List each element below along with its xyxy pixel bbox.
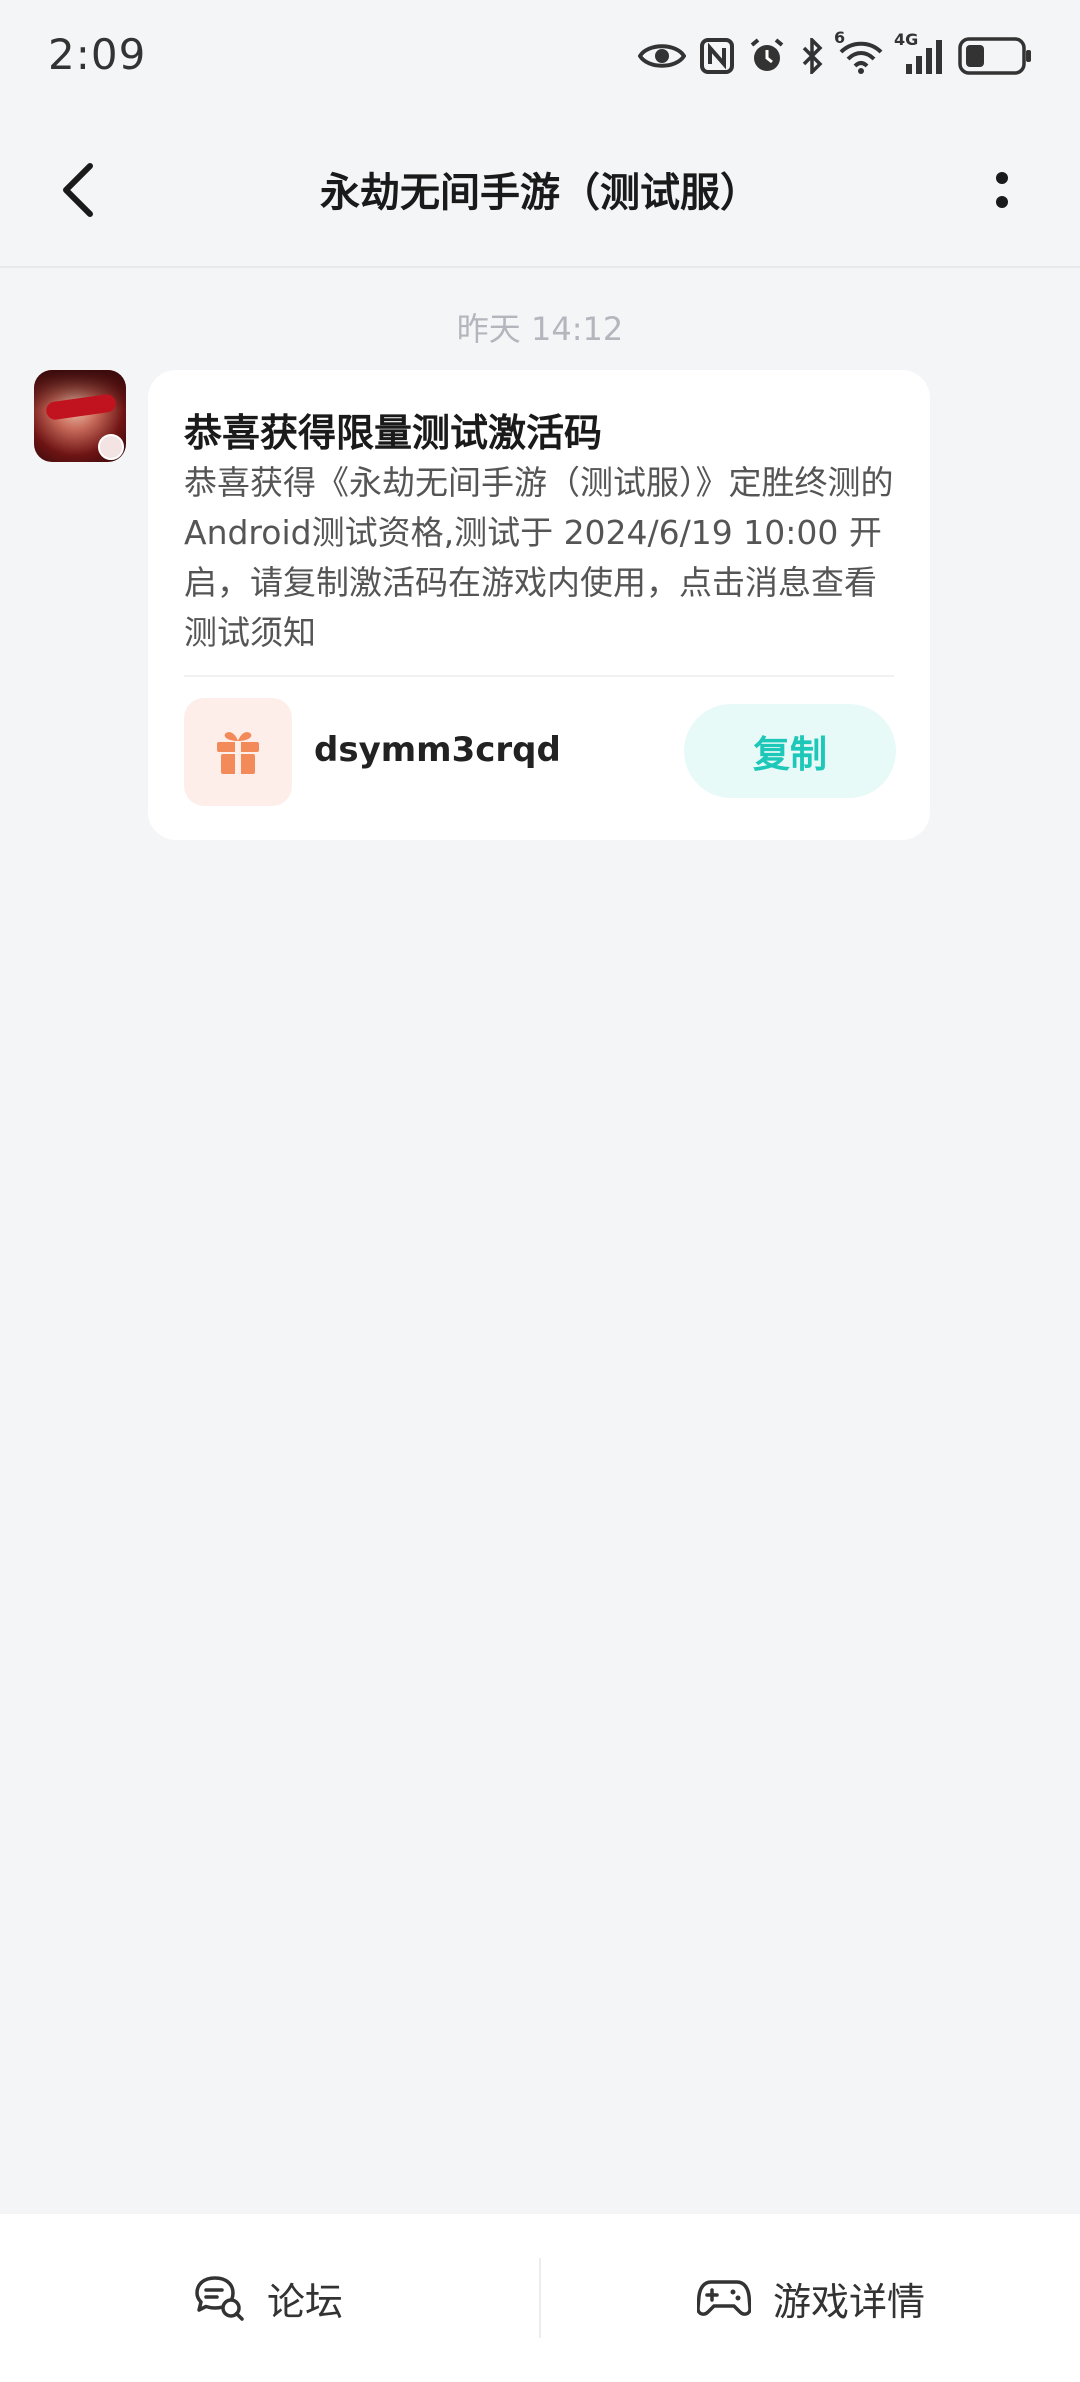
activation-code: dsymm3crqd xyxy=(314,730,561,770)
sender-avatar[interactable] xyxy=(34,370,126,462)
forum-chat-icon xyxy=(195,2276,244,2321)
more-options-button[interactable] xyxy=(964,152,1040,228)
alarm-icon xyxy=(748,37,786,75)
more-vertical-icon xyxy=(996,172,1008,208)
forum-label: 论坛 xyxy=(266,2279,343,2324)
copy-button[interactable]: 复制 xyxy=(684,704,896,798)
gift-icon-box xyxy=(184,698,292,806)
status-bar: 2:09 6 4G xyxy=(0,0,1080,112)
message-timestamp: 昨天 14:12 xyxy=(456,310,624,348)
message-body: 恭喜获得《永劫无间手游（测试服）》定胜终测的Android测试资格,测试于 20… xyxy=(184,463,894,652)
publisher-logo-icon xyxy=(98,434,124,460)
bluetooth-icon xyxy=(800,38,824,74)
page-title: 永劫无间手游（测试服） xyxy=(320,170,760,216)
game-details-label: 游戏详情 xyxy=(772,2279,925,2324)
signal-4g-icon: 4G xyxy=(894,30,944,74)
gift-icon xyxy=(217,732,259,774)
bottom-action-bar: 论坛 游戏详情 xyxy=(0,2214,1080,2382)
chevron-left-icon xyxy=(63,163,93,217)
activation-code-message-card[interactable]: 恭喜获得限量测试激活码 恭喜获得《永劫无间手游（测试服）》定胜终测的Androi… xyxy=(148,370,930,840)
back-button[interactable] xyxy=(40,152,116,228)
bottom-divider xyxy=(539,2258,541,2338)
eye-icon xyxy=(638,39,686,73)
game-details-button[interactable]: 游戏详情 xyxy=(542,2214,1080,2382)
wifi-generation-label: 6 xyxy=(834,28,846,47)
app-header: 永劫无间手游（测试服） xyxy=(0,112,1080,268)
network-type-label: 4G xyxy=(894,30,919,49)
nfc-icon xyxy=(700,38,734,74)
status-time: 2:09 xyxy=(48,30,147,79)
wifi-icon: 6 xyxy=(834,28,884,74)
gamepad-icon xyxy=(696,2280,751,2316)
status-icons: 6 4G xyxy=(638,28,1032,78)
forum-button[interactable]: 论坛 xyxy=(0,2214,538,2382)
card-divider xyxy=(184,675,894,677)
battery-icon xyxy=(958,37,1032,75)
message-title: 恭喜获得限量测试激活码 xyxy=(184,411,603,455)
